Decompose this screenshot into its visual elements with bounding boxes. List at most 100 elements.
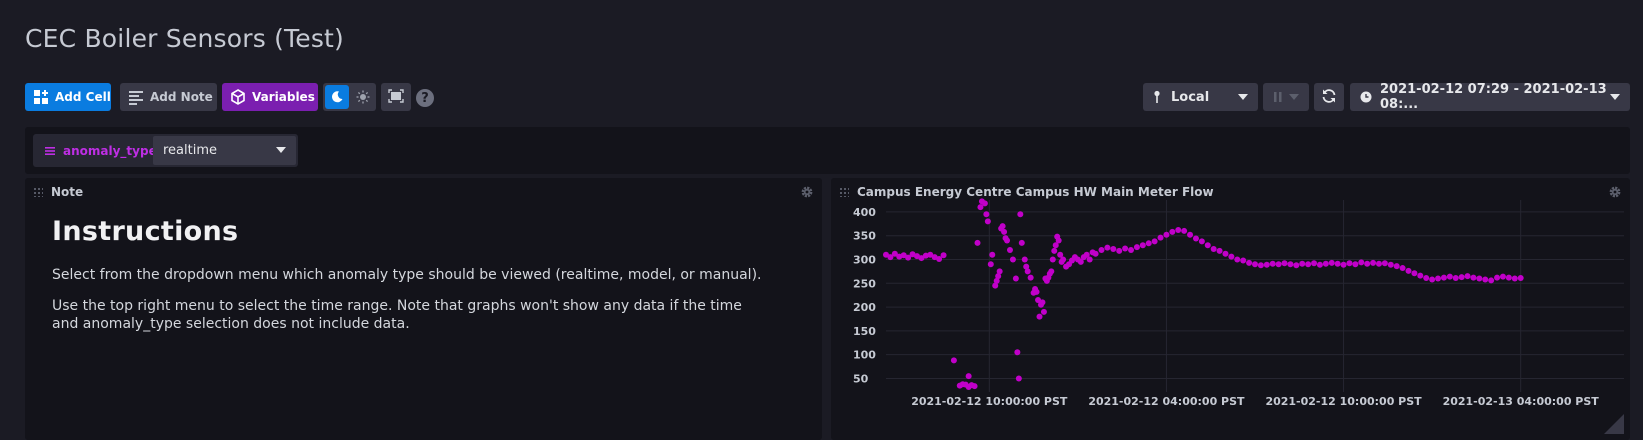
data-point[interactable] (971, 383, 978, 390)
data-point[interactable] (1464, 273, 1471, 280)
resize-handle-icon[interactable] (1604, 414, 1624, 434)
data-point[interactable] (1494, 274, 1501, 281)
data-point[interactable] (1145, 240, 1152, 247)
refresh-button[interactable] (1314, 83, 1344, 111)
data-point[interactable] (1375, 260, 1382, 267)
data-point[interactable] (1204, 242, 1211, 249)
data-point[interactable] (1287, 261, 1294, 268)
data-point[interactable] (1488, 277, 1495, 284)
data-point[interactable] (1429, 276, 1436, 283)
data-point[interactable] (1060, 256, 1067, 263)
variables-button[interactable]: Variables (222, 83, 318, 111)
data-point[interactable] (1275, 261, 1282, 268)
data-point[interactable] (1411, 270, 1418, 277)
add-note-button[interactable]: Add Note (120, 83, 217, 111)
data-point[interactable] (1036, 313, 1043, 320)
data-point[interactable] (999, 223, 1006, 230)
data-point[interactable] (1051, 247, 1058, 254)
data-point[interactable] (1021, 256, 1028, 263)
data-point[interactable] (1018, 239, 1025, 246)
data-point[interactable] (1001, 228, 1008, 235)
data-point[interactable] (1240, 257, 1247, 264)
data-point[interactable] (1393, 263, 1400, 270)
data-point[interactable] (1098, 246, 1105, 253)
data-point[interactable] (974, 239, 981, 246)
data-point[interactable] (1322, 260, 1329, 267)
data-point[interactable] (996, 268, 1003, 275)
data-point[interactable] (1139, 242, 1146, 249)
data-point[interactable] (1014, 349, 1021, 356)
light-mode-sun-icon[interactable] (351, 85, 374, 109)
data-point[interactable] (1116, 247, 1123, 254)
data-point[interactable] (1458, 274, 1465, 281)
data-point[interactable] (1192, 235, 1199, 242)
data-point[interactable] (1228, 253, 1235, 260)
dark-mode-moon-icon[interactable] (325, 85, 349, 109)
time-range-dropdown[interactable]: 2021-02-12 07:29 - 2021-02-13 08:... (1350, 82, 1630, 112)
add-cell-button[interactable]: Add Cell (25, 83, 111, 111)
data-point[interactable] (1181, 227, 1188, 234)
data-point[interactable] (1340, 261, 1347, 268)
data-point[interactable] (1293, 262, 1300, 269)
data-point[interactable] (984, 218, 991, 225)
data-point[interactable] (989, 251, 996, 258)
data-point[interactable] (950, 357, 957, 364)
data-point[interactable] (1048, 268, 1055, 275)
data-point[interactable] (1163, 231, 1170, 238)
timezone-dropdown[interactable]: Local (1143, 83, 1258, 111)
data-point[interactable] (987, 261, 994, 268)
data-point[interactable] (1399, 265, 1406, 272)
data-point[interactable] (1009, 256, 1016, 263)
drag-handle-icon[interactable] (45, 146, 55, 156)
data-point[interactable] (1435, 275, 1442, 282)
data-point[interactable] (1133, 244, 1140, 251)
data-point[interactable] (1252, 261, 1258, 268)
data-point[interactable] (1364, 260, 1371, 267)
data-point[interactable] (965, 373, 972, 380)
presentation-mode-button[interactable] (381, 83, 411, 111)
data-point[interactable] (1257, 262, 1264, 269)
data-point[interactable] (1049, 256, 1056, 263)
data-point[interactable] (1505, 274, 1512, 281)
data-point[interactable] (1482, 276, 1489, 283)
data-point[interactable] (1033, 288, 1040, 295)
data-point[interactable] (1263, 261, 1270, 268)
data-point[interactable] (1222, 250, 1229, 257)
data-point[interactable] (1024, 268, 1031, 275)
data-point[interactable] (1175, 226, 1182, 233)
data-point[interactable] (1092, 250, 1099, 257)
data-point[interactable] (1006, 246, 1013, 253)
data-point[interactable] (1446, 273, 1453, 280)
data-point[interactable] (1440, 274, 1447, 281)
data-point[interactable] (1086, 256, 1093, 263)
data-point[interactable] (1055, 237, 1062, 244)
data-point[interactable] (983, 211, 990, 218)
data-point[interactable] (1387, 261, 1394, 268)
data-point[interactable] (1269, 260, 1276, 267)
data-point[interactable] (1169, 228, 1176, 235)
data-point[interactable] (1499, 273, 1506, 280)
cell-drag-handle-icon[interactable] (33, 187, 43, 197)
data-point[interactable] (1246, 259, 1253, 266)
data-point[interactable] (1470, 274, 1477, 281)
data-point[interactable] (1452, 275, 1459, 282)
data-point[interactable] (1104, 244, 1111, 251)
data-point[interactable] (1012, 275, 1019, 282)
data-point[interactable] (1352, 261, 1359, 268)
data-point[interactable] (1511, 275, 1518, 282)
data-point[interactable] (1517, 275, 1524, 282)
data-point[interactable] (1405, 267, 1412, 274)
data-point[interactable] (981, 200, 988, 207)
data-point[interactable] (1110, 246, 1117, 253)
data-point[interactable] (1216, 247, 1223, 254)
data-point[interactable] (1122, 245, 1129, 252)
data-point[interactable] (1358, 259, 1365, 266)
data-point[interactable] (1151, 238, 1158, 245)
data-point[interactable] (1370, 259, 1377, 266)
help-icon[interactable]: ? (416, 89, 434, 107)
data-point[interactable] (1305, 261, 1312, 268)
data-point[interactable] (1027, 274, 1034, 281)
data-point[interactable] (1281, 260, 1288, 267)
auto-refresh-dropdown[interactable] (1263, 83, 1309, 111)
variable-value-dropdown[interactable]: realtime (153, 136, 296, 165)
